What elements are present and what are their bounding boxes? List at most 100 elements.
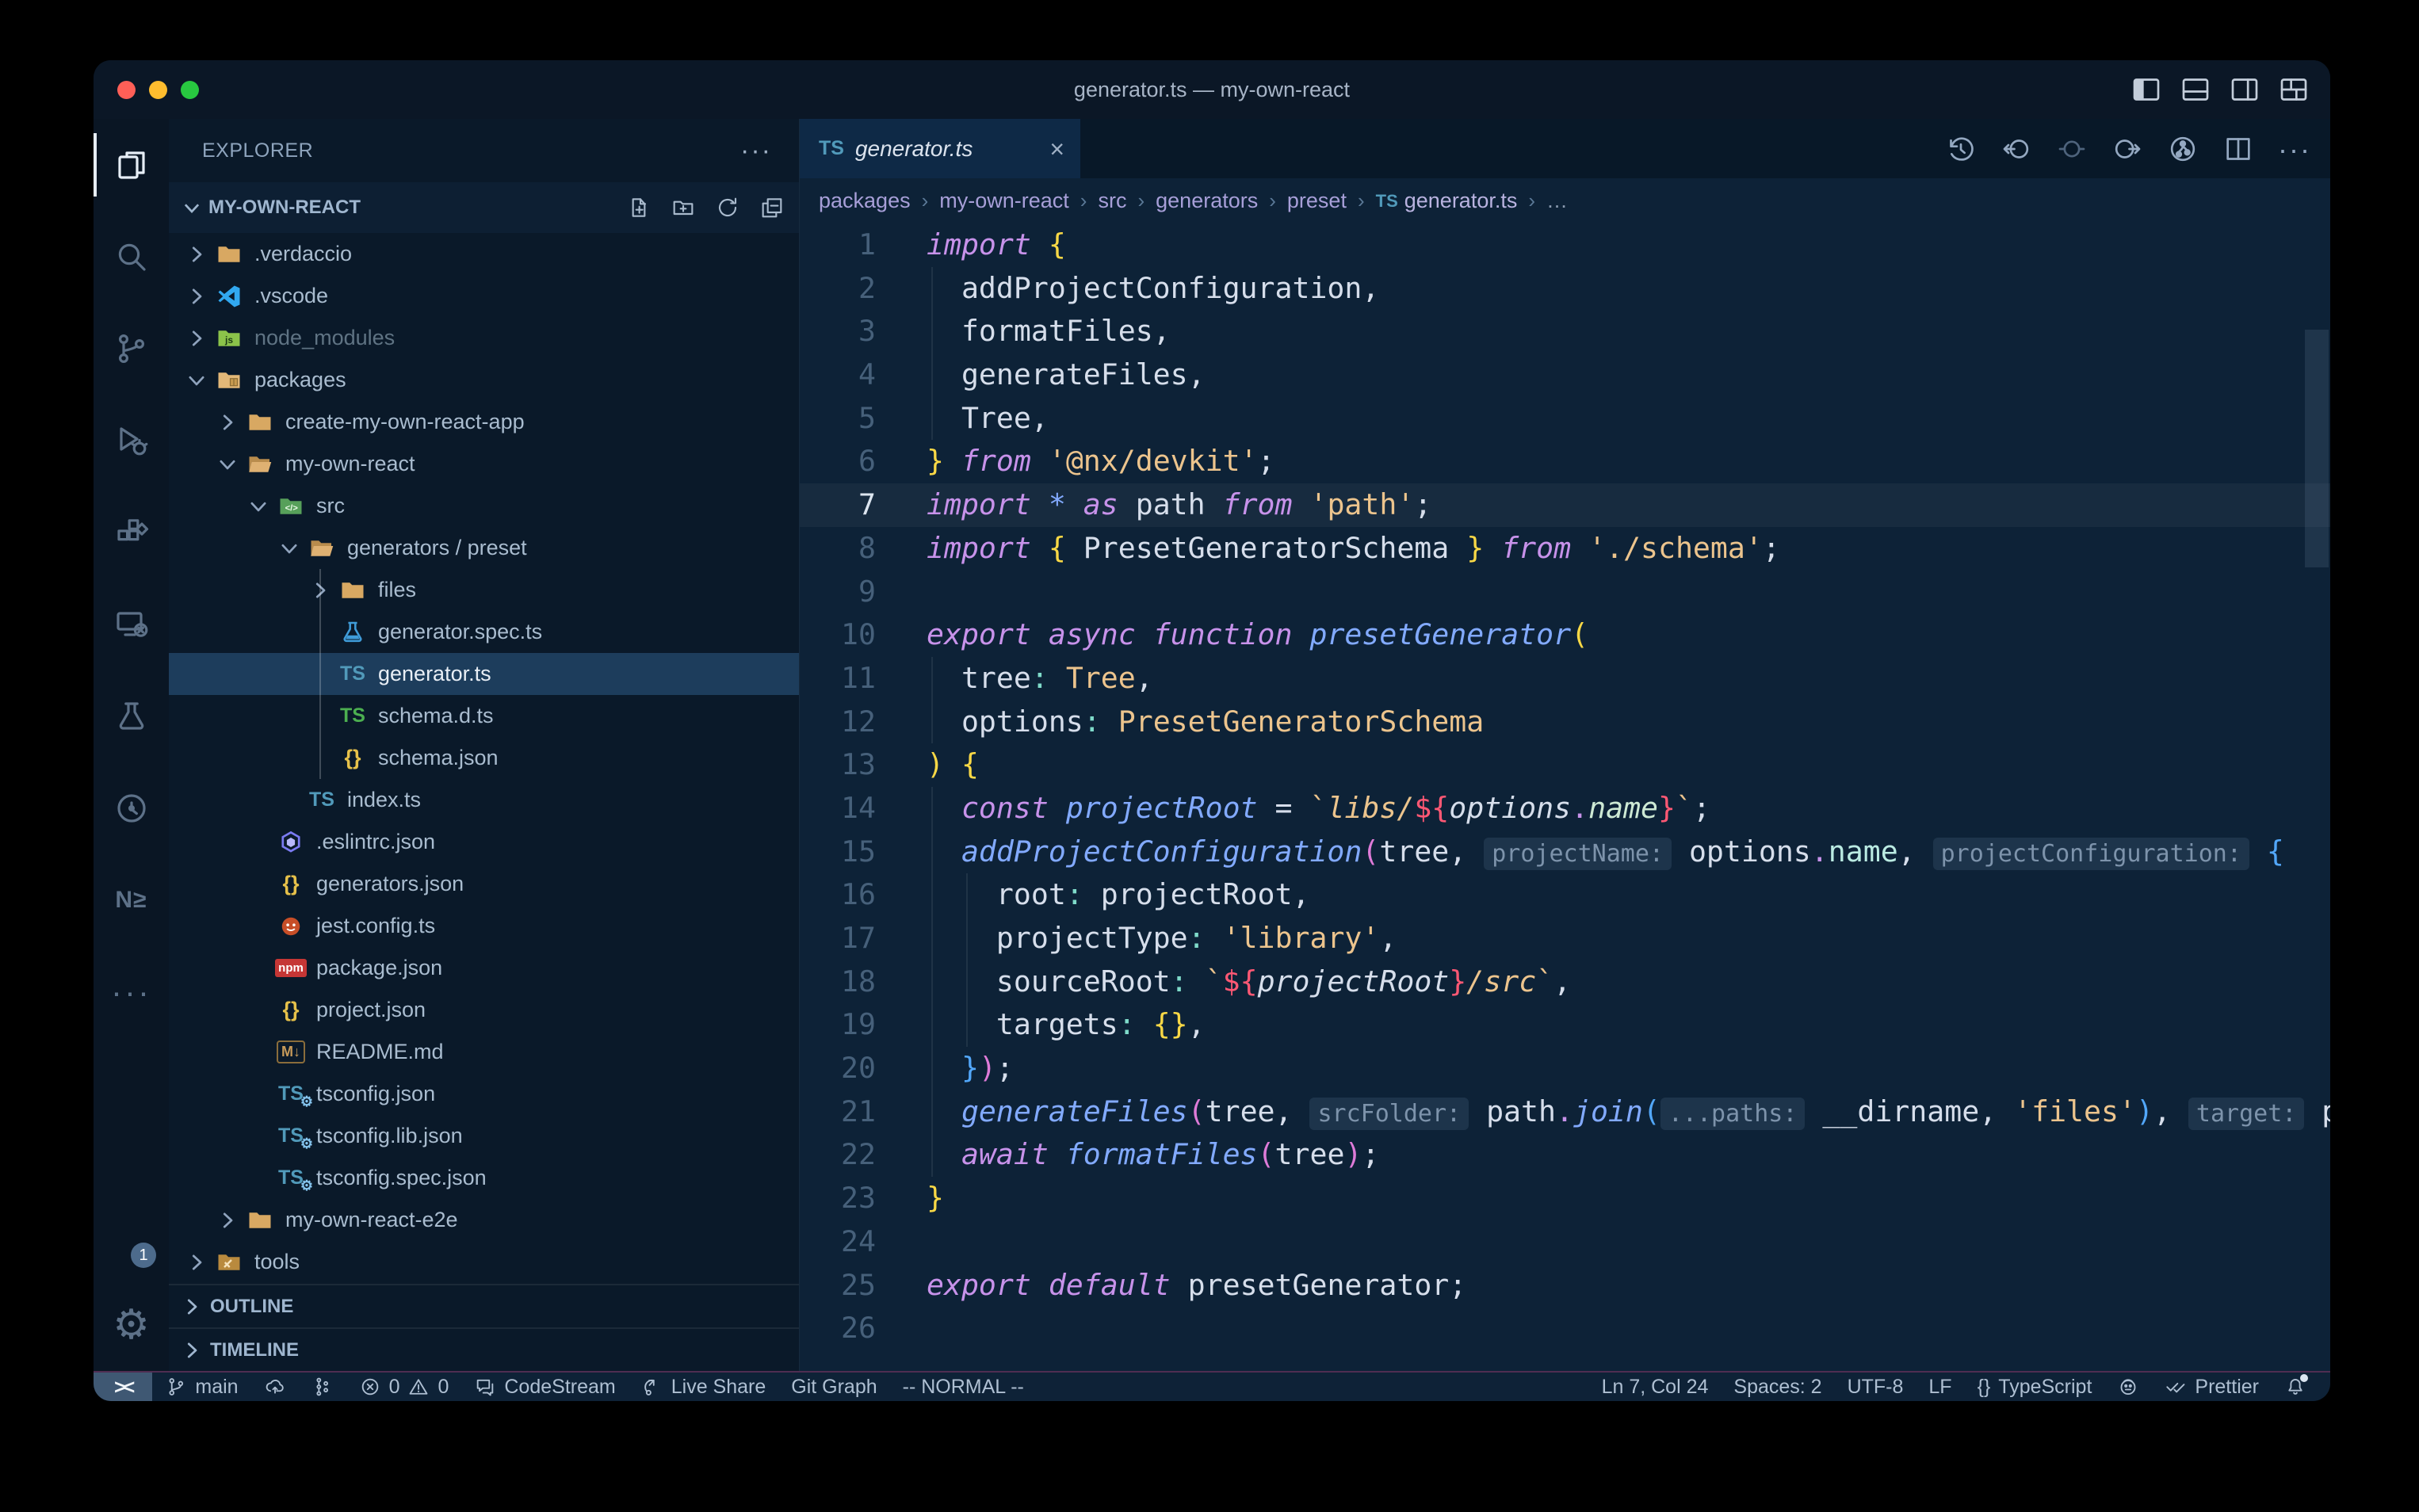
tree-item-schema.d.ts[interactable]: TSschema.d.ts — [169, 695, 799, 737]
code-line-3[interactable]: 3 formatFiles, — [800, 310, 2330, 353]
activitybar-settings-icon[interactable]: ⚙ — [94, 1279, 169, 1371]
tree-item-generator.spec.ts[interactable]: generator.spec.ts — [169, 611, 799, 653]
activitybar-source-control-icon[interactable] — [94, 303, 169, 395]
code-line-5[interactable]: 5 Tree, — [800, 397, 2330, 441]
code-line-12[interactable]: 12 options: PresetGeneratorSchema — [800, 701, 2330, 744]
status-language-mode[interactable]: {}TypeScript — [1965, 1373, 2105, 1401]
code-line-8[interactable]: 8import { PresetGeneratorSchema } from '… — [800, 527, 2330, 571]
tree-item-.vscode[interactable]: .vscode — [169, 275, 799, 317]
code-line-4[interactable]: 4 generateFiles, — [800, 353, 2330, 397]
code-line-18[interactable]: 18 sourceRoot: `${projectRoot}/src`, — [800, 960, 2330, 1004]
tree-item-node-modules[interactable]: jsnode_modules — [169, 317, 799, 359]
tree-item-src[interactable]: </>src — [169, 485, 799, 527]
status-encoding[interactable]: UTF-8 — [1835, 1373, 1916, 1401]
status-eol[interactable]: LF — [1916, 1373, 1964, 1401]
code-line-26[interactable]: 26 — [800, 1307, 2330, 1350]
tree-item-tools[interactable]: tools — [169, 1241, 799, 1283]
tree-item-tsconfig.json[interactable]: TS⚙tsconfig.json — [169, 1073, 799, 1115]
panel-outline[interactable]: OUTLINE — [169, 1284, 799, 1327]
code-line-15[interactable]: 15 addProjectConfiguration(tree, project… — [800, 830, 2330, 874]
customize-layout-icon[interactable] — [2278, 74, 2310, 105]
nav-circle-icon[interactable] — [2056, 133, 2088, 165]
code-line-16[interactable]: 16 root: projectRoot, — [800, 873, 2330, 917]
tree-item-generators.json[interactable]: {}generators.json — [169, 863, 799, 905]
new-file-icon[interactable] — [626, 195, 652, 220]
more-actions-icon[interactable]: ··· — [2278, 133, 2310, 165]
code-line-24[interactable]: 24 — [800, 1220, 2330, 1264]
status-remote-indicator[interactable]: >< — [94, 1373, 152, 1401]
split-editor-icon[interactable] — [2222, 133, 2254, 165]
new-folder-icon[interactable] — [671, 195, 696, 220]
code-line-14[interactable]: 14 const projectRoot = `libs/${options.n… — [800, 787, 2330, 830]
tree-item-generator.ts[interactable]: TSgenerator.ts — [169, 653, 799, 695]
toggle-panel-icon[interactable] — [2180, 74, 2211, 105]
tree-item-.eslintrc.json[interactable]: .eslintrc.json — [169, 821, 799, 863]
activitybar-extensions-icon[interactable] — [94, 487, 169, 578]
status-cursor-position[interactable]: Ln 7, Col 24 — [1589, 1373, 1722, 1401]
close-tab-icon[interactable]: × — [1049, 136, 1064, 162]
vertical-scrollbar[interactable] — [2305, 330, 2329, 1371]
status-vim-mode[interactable]: -- NORMAL -- — [890, 1373, 1037, 1401]
code-line-21[interactable]: 21 generateFiles(tree, srcFolder: path.j… — [800, 1090, 2330, 1134]
tree-item-packages[interactable]: packages — [169, 359, 799, 401]
breadcrumb-preset[interactable]: preset — [1287, 189, 1347, 213]
workspace-section-header[interactable]: MY-OWN-REACT — [169, 182, 799, 233]
code-area[interactable]: 1import {2 addProjectConfiguration,3 for… — [800, 223, 2330, 1371]
activitybar-gitlens-icon[interactable] — [94, 762, 169, 854]
status-publish-changes[interactable] — [251, 1373, 299, 1401]
activitybar-more-views-icon[interactable]: ··· — [94, 946, 169, 1038]
explorer-more-icon[interactable]: ··· — [740, 136, 772, 166]
nav-back-icon[interactable] — [2001, 133, 2032, 165]
status-codestream[interactable]: CodeStream — [461, 1373, 628, 1401]
activitybar-testing-icon[interactable] — [94, 670, 169, 762]
code-line-25[interactable]: 25export default presetGenerator; — [800, 1264, 2330, 1308]
panel-timeline[interactable]: TIMELINE — [169, 1327, 799, 1371]
breadcrumb-src[interactable]: src — [1098, 189, 1126, 213]
status-prettier[interactable]: Prettier — [2152, 1373, 2272, 1401]
status-git-graph[interactable]: Git Graph — [778, 1373, 889, 1401]
code-line-7[interactable]: 7import * as path from 'path'; — [800, 483, 2330, 527]
status-assistant[interactable] — [2104, 1373, 2152, 1401]
tree-item-files[interactable]: files — [169, 569, 799, 611]
code-line-6[interactable]: 6} from '@nx/devkit'; — [800, 440, 2330, 483]
timeline-history-icon[interactable] — [1945, 133, 1977, 165]
breadcrumb-my-own-react[interactable]: my-own-react — [939, 189, 1069, 213]
tree-item-jest.config.ts[interactable]: jest.config.ts — [169, 905, 799, 947]
code-line-11[interactable]: 11 tree: Tree, — [800, 657, 2330, 701]
status-git-branch[interactable]: main — [152, 1373, 250, 1401]
tab-generator-ts[interactable]: TS generator.ts × — [800, 119, 1080, 178]
toggle-primary-sidebar-icon[interactable] — [2130, 74, 2162, 105]
tree-item-index.ts[interactable]: TSindex.ts — [169, 779, 799, 821]
activitybar-accounts-icon[interactable]: 1 — [94, 1187, 169, 1279]
toggle-secondary-sidebar-icon[interactable] — [2229, 74, 2260, 105]
tree-item-project.json[interactable]: {}project.json — [169, 989, 799, 1031]
breadcrumb-generator.ts[interactable]: TSgenerator.ts — [1376, 189, 1518, 213]
gitlens-graph-icon[interactable] — [2167, 133, 2199, 165]
tree-item-package.json[interactable]: npmpackage.json — [169, 947, 799, 989]
breadcrumb--[interactable]: … — [1546, 189, 1568, 213]
tree-item-create-my-own-react-app[interactable]: create-my-own-react-app — [169, 401, 799, 443]
activitybar-search-icon[interactable] — [94, 211, 169, 303]
code-line-23[interactable]: 23} — [800, 1177, 2330, 1220]
breadcrumb-packages[interactable]: packages — [819, 189, 911, 213]
tree-item-my-own-react[interactable]: my-own-react — [169, 443, 799, 485]
breadcrumb-generators[interactable]: generators — [1156, 189, 1258, 213]
collapse-all-icon[interactable] — [759, 195, 785, 220]
status-git-commits[interactable] — [299, 1373, 346, 1401]
code-line-20[interactable]: 20 }); — [800, 1047, 2330, 1090]
status-problems[interactable]: 00 — [346, 1373, 462, 1401]
activitybar-nx-console-icon[interactable]: N≥ — [94, 854, 169, 946]
code-line-22[interactable]: 22 await formatFiles(tree); — [800, 1133, 2330, 1177]
status-indentation[interactable]: Spaces: 2 — [1721, 1373, 1834, 1401]
code-line-2[interactable]: 2 addProjectConfiguration, — [800, 267, 2330, 311]
tree-item-schema.json[interactable]: {}schema.json — [169, 737, 799, 779]
status-notifications[interactable] — [2272, 1373, 2319, 1401]
code-line-13[interactable]: 13) { — [800, 743, 2330, 787]
tree-item-my-own-react-e2e[interactable]: my-own-react-e2e — [169, 1199, 799, 1241]
code-line-10[interactable]: 10export async function presetGenerator( — [800, 613, 2330, 657]
code-line-19[interactable]: 19 targets: {}, — [800, 1003, 2330, 1047]
tree-item-generators-preset[interactable]: generators / preset — [169, 527, 799, 569]
tree-item-tsconfig.spec.json[interactable]: TS⚙tsconfig.spec.json — [169, 1157, 799, 1199]
tree-item-tsconfig.lib.json[interactable]: TS⚙tsconfig.lib.json — [169, 1115, 799, 1157]
activitybar-explorer-icon[interactable] — [94, 119, 169, 211]
